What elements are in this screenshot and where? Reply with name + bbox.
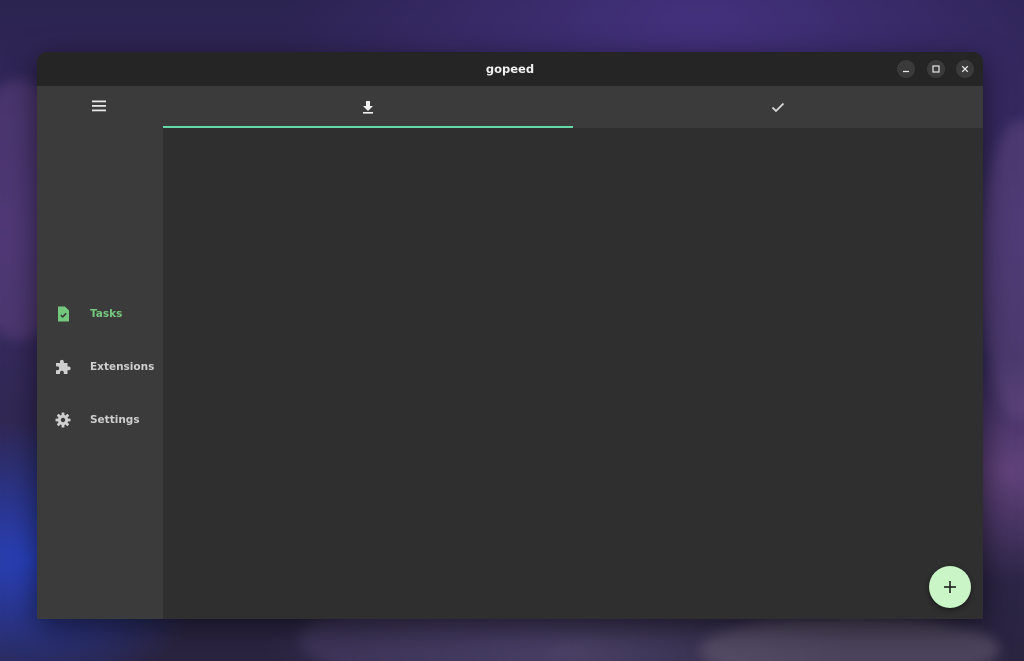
maximize-button[interactable] (927, 60, 945, 78)
download-icon (363, 101, 373, 114)
sidebar-item-extensions[interactable]: Extensions (37, 349, 163, 385)
task-list-area (163, 128, 983, 619)
window-title: gopeed (485, 62, 535, 76)
maximize-icon (932, 65, 940, 73)
sidebar-item-settings[interactable]: Settings (37, 402, 163, 438)
tab-bar (163, 86, 983, 128)
task-file-icon (58, 306, 69, 322)
gear-icon (55, 412, 71, 428)
add-task-button[interactable] (929, 566, 971, 608)
minimize-icon (903, 70, 909, 73)
tab-downloading[interactable] (163, 86, 573, 128)
tab-completed[interactable] (573, 86, 983, 128)
sidebar-item-label: Settings (90, 414, 140, 426)
check-icon (771, 102, 785, 113)
menu-button[interactable] (89, 96, 109, 116)
menu-icon (92, 100, 106, 112)
plus-icon (944, 581, 956, 593)
minimize-button[interactable] (897, 60, 915, 78)
close-icon (961, 65, 969, 73)
puzzle-icon (56, 359, 71, 374)
sidebar: Tasks Extensions Settings (37, 86, 163, 619)
sidebar-item-label: Tasks (90, 308, 123, 320)
sidebar-item-tasks[interactable]: Tasks (37, 296, 163, 332)
sidebar-item-label: Extensions (90, 361, 155, 373)
close-button[interactable] (956, 60, 974, 78)
app-window: gopeed Tasks Extensions Settings (37, 52, 983, 619)
title-bar[interactable]: gopeed (37, 52, 983, 86)
desktop-background: gopeed Tasks Extensions Settings (0, 0, 1024, 661)
